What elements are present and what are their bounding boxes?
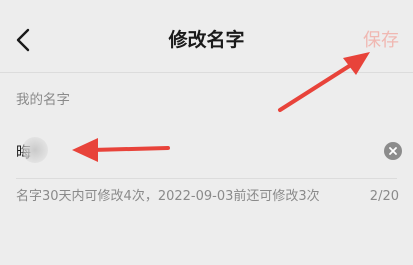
name-row <box>0 128 413 174</box>
redaction-blur <box>22 137 48 163</box>
input-underline <box>16 178 397 179</box>
clear-circle-icon <box>389 147 397 155</box>
char-counter: 2/20 <box>369 189 399 204</box>
section-label: 我的名字 <box>16 92 70 108</box>
header: 修改名字 保存 <box>0 0 413 72</box>
modify-limit-hint: 名字30天内可修改4次，2022-09-03前还可修改3次 <box>16 189 320 204</box>
clear-button[interactable] <box>384 142 402 160</box>
header-divider <box>0 72 413 73</box>
page-title: 修改名字 <box>168 29 245 51</box>
save-button[interactable]: 保存 <box>363 29 399 53</box>
name-input[interactable] <box>16 140 356 162</box>
